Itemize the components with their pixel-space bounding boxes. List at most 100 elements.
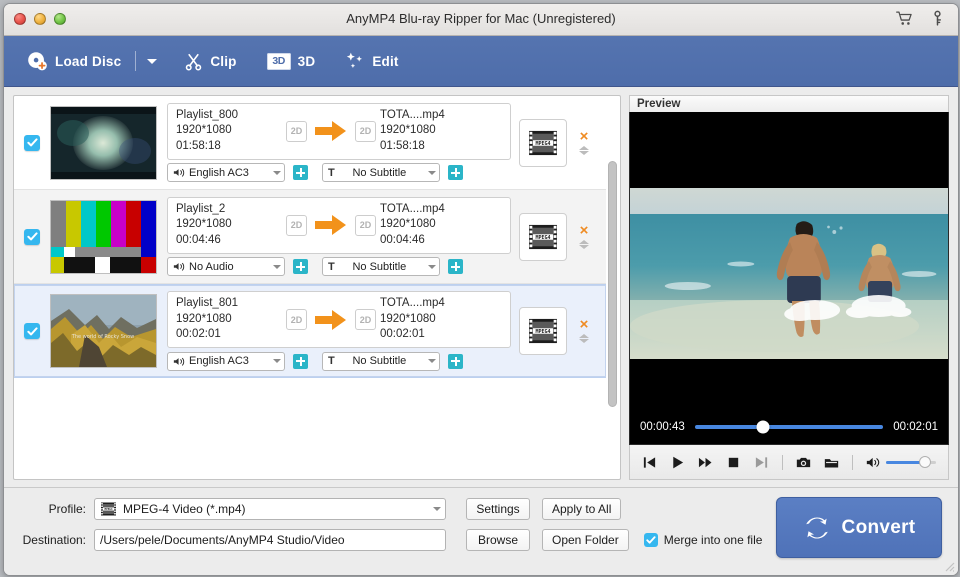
source-name: Playlist_801 bbox=[176, 296, 286, 312]
video-surface[interactable]: 00:00:43 00:02:01 bbox=[629, 112, 949, 445]
row-track-controls: No Audio T No Subtitle bbox=[167, 257, 511, 277]
add-audio-button[interactable] bbox=[293, 354, 308, 369]
resize-grip-icon[interactable] bbox=[943, 560, 955, 572]
profile-select[interactable]: MPEG4 MPEG-4 Video (*.mp4) bbox=[94, 498, 446, 520]
app-window: AnyMP4 Blu-ray Ripper for Mac (Unregiste… bbox=[3, 3, 959, 576]
source-dimension-badge: 2D bbox=[286, 121, 307, 142]
row-info: Playlist_801 1920*1080 00:02:01 2D 2D bbox=[167, 291, 511, 348]
title-bar-actions bbox=[896, 10, 946, 27]
three-d-button[interactable]: 3D 3D bbox=[259, 44, 324, 78]
seek-bar: 00:00:43 00:02:01 bbox=[630, 410, 948, 444]
target-info: TOTA....mp4 1920*1080 00:02:01 bbox=[376, 296, 494, 343]
volume-icon[interactable] bbox=[866, 455, 881, 470]
reorder-row-control[interactable] bbox=[579, 146, 589, 155]
row-track-controls: English AC3 T No Subtitle bbox=[167, 163, 511, 183]
open-folder-button[interactable]: Open Folder bbox=[542, 529, 629, 551]
remove-row-button[interactable]: × bbox=[580, 319, 589, 330]
reorder-row-control[interactable] bbox=[579, 334, 589, 343]
audio-track-value: English AC3 bbox=[189, 355, 269, 367]
remove-row-button[interactable]: × bbox=[580, 131, 589, 142]
add-audio-button[interactable] bbox=[293, 165, 308, 180]
audio-track-value: English AC3 bbox=[189, 167, 269, 179]
audio-track-select[interactable]: No Audio bbox=[167, 257, 285, 276]
subtitle-select[interactable]: T No Subtitle bbox=[322, 257, 440, 276]
target-name: TOTA....mp4 bbox=[380, 108, 494, 124]
next-button[interactable] bbox=[754, 455, 769, 470]
remove-row-button[interactable]: × bbox=[580, 225, 589, 236]
svg-text:The world of Rocky Snow: The world of Rocky Snow bbox=[71, 334, 134, 340]
add-subtitle-button[interactable] bbox=[448, 259, 463, 274]
target-dimension-badge: 2D bbox=[355, 215, 376, 236]
subtitle-t-icon: T bbox=[328, 355, 335, 367]
subtitle-t-icon: T bbox=[328, 261, 335, 273]
file-list-scrollbar[interactable] bbox=[608, 101, 617, 474]
row-checkbox[interactable] bbox=[24, 229, 40, 245]
audio-track-select[interactable]: English AC3 bbox=[167, 163, 285, 182]
chevron-up-icon bbox=[579, 240, 589, 244]
reorder-row-control[interactable] bbox=[579, 240, 589, 249]
seek-knob[interactable] bbox=[756, 421, 769, 434]
table-row[interactable]: Playlist_800 1920*1080 01:58:18 2D 2D bbox=[14, 96, 606, 190]
output-format-button[interactable]: MPEG4 bbox=[519, 307, 567, 355]
convert-label: Convert bbox=[842, 517, 916, 539]
speaker-icon bbox=[173, 167, 185, 178]
table-row[interactable]: The world of Rocky Snow Playlist_801 192… bbox=[14, 284, 606, 378]
audio-track-select[interactable]: English AC3 bbox=[167, 352, 285, 371]
subtitle-select[interactable]: T No Subtitle bbox=[322, 163, 440, 182]
key-icon[interactable] bbox=[929, 10, 946, 27]
chevron-up-icon bbox=[579, 146, 589, 150]
merge-option[interactable]: Merge into one file bbox=[644, 533, 763, 547]
destination-input[interactable] bbox=[94, 529, 446, 551]
shopping-cart-icon[interactable] bbox=[896, 10, 913, 27]
convert-button[interactable]: Convert bbox=[776, 497, 942, 558]
row-checkbox[interactable] bbox=[24, 135, 40, 151]
merge-checkbox[interactable] bbox=[644, 533, 658, 547]
stop-button[interactable] bbox=[726, 455, 741, 470]
row-thumbnail[interactable]: The world of Rocky Snow bbox=[50, 294, 157, 368]
player-controls bbox=[629, 445, 949, 480]
window-title: AnyMP4 Blu-ray Ripper for Mac (Unregiste… bbox=[4, 11, 958, 26]
browse-button[interactable]: Browse bbox=[466, 529, 530, 551]
load-disc-button[interactable]: Load Disc bbox=[18, 44, 129, 78]
volume-knob[interactable] bbox=[919, 456, 931, 468]
clip-button[interactable]: Clip bbox=[176, 44, 244, 78]
check-icon bbox=[27, 326, 38, 337]
row-thumbnail[interactable] bbox=[50, 200, 157, 274]
scrollbar-thumb[interactable] bbox=[608, 161, 617, 407]
row-actions: × bbox=[573, 131, 595, 155]
row-checkbox[interactable] bbox=[24, 323, 40, 339]
seek-slider[interactable] bbox=[695, 425, 883, 429]
three-d-icon: 3D bbox=[267, 53, 291, 70]
fast-forward-button[interactable] bbox=[698, 455, 713, 470]
add-audio-button[interactable] bbox=[293, 259, 308, 274]
profile-value: MPEG-4 Video (*.mp4) bbox=[123, 502, 423, 516]
svg-text:MPEG4: MPEG4 bbox=[535, 234, 550, 240]
edit-button[interactable]: Edit bbox=[337, 44, 406, 78]
add-subtitle-button[interactable] bbox=[448, 354, 463, 369]
svg-text:MPEG4: MPEG4 bbox=[535, 140, 550, 146]
volume-slider[interactable] bbox=[886, 461, 936, 464]
title-bar: AnyMP4 Blu-ray Ripper for Mac (Unregiste… bbox=[4, 4, 958, 36]
row-info: Playlist_2 1920*1080 00:04:46 2D 2D bbox=[167, 197, 511, 254]
settings-button[interactable]: Settings bbox=[466, 498, 530, 520]
source-resolution: 1920*1080 bbox=[176, 123, 286, 139]
subtitle-select[interactable]: T No Subtitle bbox=[322, 352, 440, 371]
load-disc-dropdown[interactable] bbox=[142, 46, 162, 76]
output-format-button[interactable]: MPEG4 bbox=[519, 213, 567, 261]
output-format-button[interactable]: MPEG4 bbox=[519, 119, 567, 167]
source-dimension-badge: 2D bbox=[286, 309, 307, 330]
chevron-down-icon bbox=[433, 507, 441, 511]
snapshot-button[interactable] bbox=[796, 455, 811, 470]
open-folder-button[interactable] bbox=[824, 455, 839, 470]
target-dimension-badge: 2D bbox=[355, 121, 376, 142]
row-thumbnail[interactable] bbox=[50, 106, 157, 180]
source-resolution: 1920*1080 bbox=[176, 217, 286, 233]
play-button[interactable] bbox=[670, 455, 685, 470]
table-row[interactable]: Playlist_2 1920*1080 00:04:46 2D 2D bbox=[14, 190, 606, 284]
previous-button[interactable] bbox=[642, 455, 657, 470]
video-frame bbox=[630, 188, 948, 359]
arrow-right-icon bbox=[314, 119, 348, 143]
add-subtitle-button[interactable] bbox=[448, 165, 463, 180]
apply-to-all-button[interactable]: Apply to All bbox=[542, 498, 621, 520]
chevron-down-icon bbox=[579, 339, 589, 343]
